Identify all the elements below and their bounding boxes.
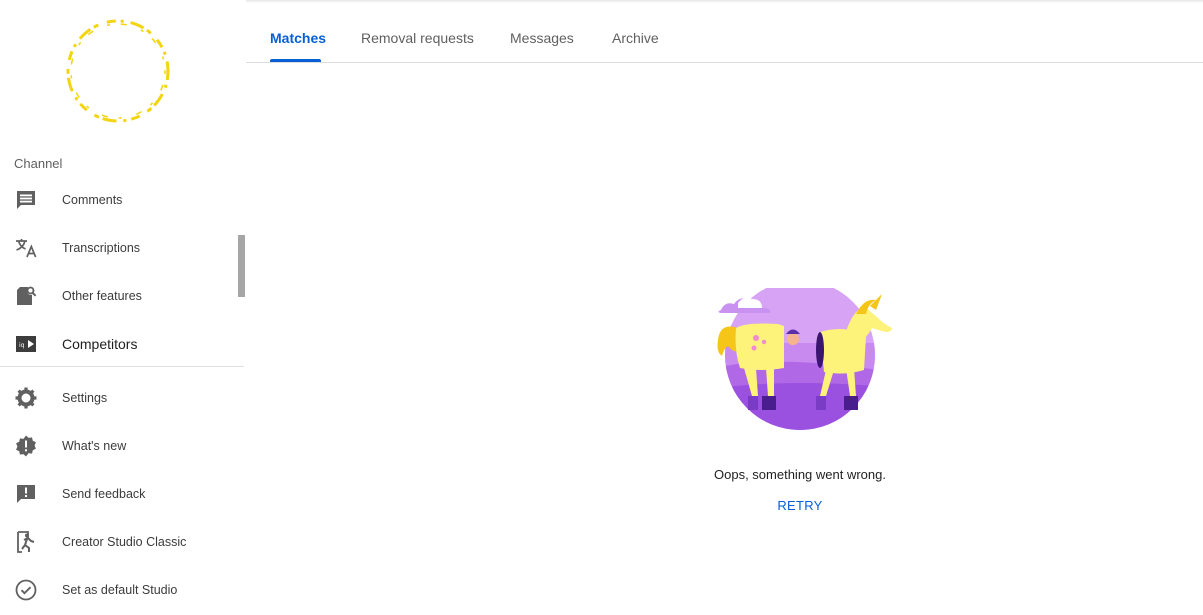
- section-label-channel: Channel: [14, 156, 63, 171]
- sidebar-item-settings[interactable]: Settings: [0, 374, 244, 422]
- check-circle-icon: [14, 578, 38, 602]
- avatar-ring-icon: [66, 19, 170, 123]
- sidebar-item-label: Creator Studio Classic: [62, 535, 187, 549]
- sidebar-item-label: Competitors: [62, 336, 138, 352]
- tab-removal-requests[interactable]: Removal requests: [361, 30, 474, 46]
- exit-icon: [14, 530, 38, 554]
- sidebar-item-label: Settings: [62, 391, 108, 405]
- sidebar-item-label: Set as default Studio: [62, 583, 178, 597]
- sidebar-item-send-feedback[interactable]: Send feedback: [0, 470, 244, 518]
- channel-avatar[interactable]: [62, 16, 174, 126]
- tab-matches[interactable]: Matches: [270, 30, 326, 46]
- sidebar-item-label: What's new: [62, 439, 127, 453]
- tab-bar: Matches Removal requests Messages Archiv…: [246, 0, 1203, 63]
- sidebar-item-comments[interactable]: Comments: [0, 176, 244, 224]
- tab-archive[interactable]: Archive: [612, 30, 659, 46]
- other-features-icon: [14, 284, 38, 308]
- unicorn-costume-illustration: [716, 280, 898, 433]
- sidebar-item-label: Other features: [62, 289, 142, 303]
- gear-icon: [14, 386, 38, 410]
- sidebar-item-creator-studio-classic[interactable]: Creator Studio Classic: [0, 518, 244, 566]
- sidebar-divider: [0, 366, 244, 367]
- retry-button[interactable]: RETRY: [750, 498, 850, 513]
- sidebar-item-label: Send feedback: [62, 487, 146, 501]
- active-tab-indicator: [270, 59, 321, 62]
- svg-text:iq: iq: [19, 342, 25, 349]
- translate-icon: [14, 236, 38, 260]
- sidebar-item-transcriptions[interactable]: Transcriptions: [0, 224, 244, 272]
- sidebar-scrollbar[interactable]: [238, 235, 245, 297]
- whats-new-icon: [14, 434, 38, 458]
- comment-icon: [14, 188, 38, 212]
- sidebar-item-label: Comments: [62, 193, 123, 207]
- sidebar-item-competitors[interactable]: iq Competitors: [0, 320, 244, 368]
- error-message: Oops, something went wrong.: [714, 467, 886, 482]
- sidebar-item-other-features[interactable]: Other features: [0, 272, 244, 320]
- tab-messages[interactable]: Messages: [510, 30, 574, 46]
- feedback-icon: [14, 482, 38, 506]
- sidebar-item-whats-new[interactable]: What's new: [0, 422, 244, 470]
- sidebar-item-set-default-studio[interactable]: Set as default Studio: [0, 566, 244, 614]
- sidebar-item-label: Transcriptions: [62, 241, 141, 255]
- competitors-icon: iq: [14, 332, 38, 356]
- sidebar: Channel Comments Transcriptions Other fe…: [0, 0, 246, 615]
